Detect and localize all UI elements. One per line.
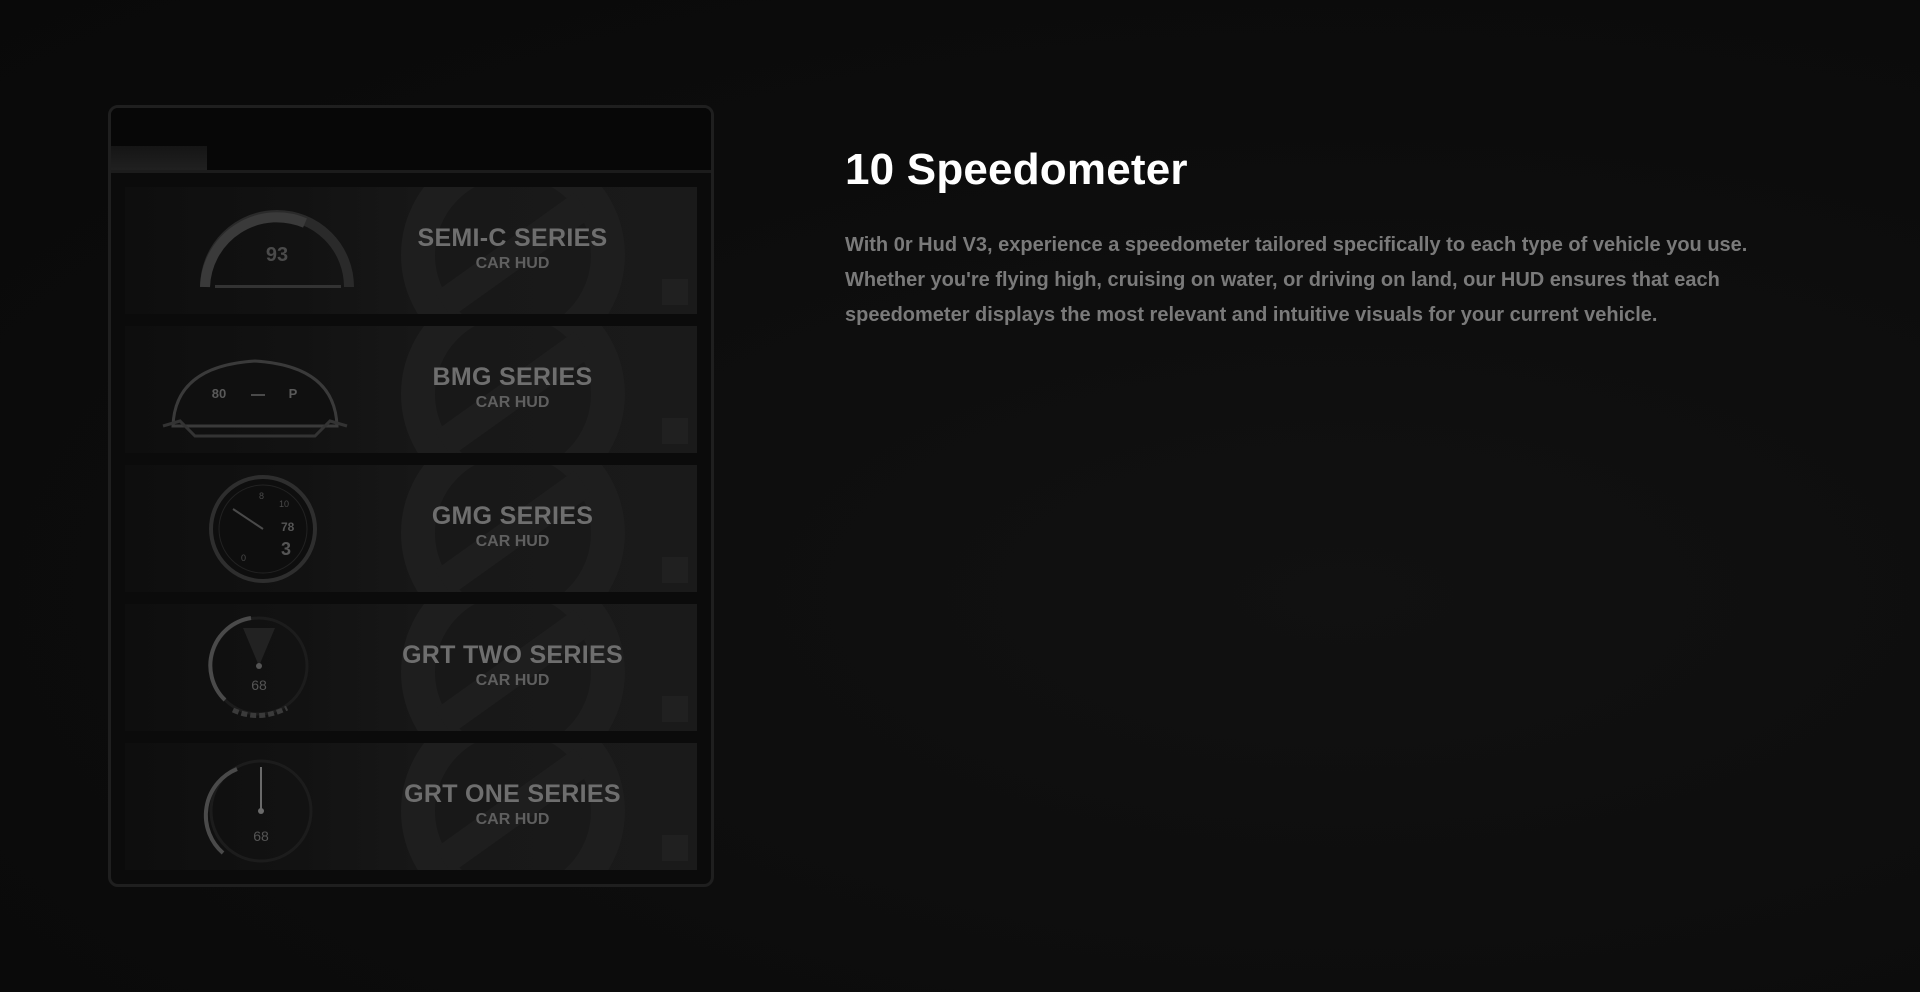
- gear-indicator: P: [289, 386, 298, 401]
- speedometer-card-gmg[interactable]: 0 8 10 78 3 GMG SERIES CAR HUD: [125, 465, 697, 592]
- panel-header: [111, 108, 711, 173]
- select-checkbox[interactable]: [661, 417, 689, 445]
- speedometer-selector-panel: 93 SEMI-C SERIES CAR HUD 80 P BMG SERIES…: [108, 105, 714, 887]
- radial-sweep-gauge-icon: 68: [208, 616, 309, 718]
- needle-gauge-icon: 68: [203, 759, 313, 863]
- card-subtitle: CAR HUD: [475, 394, 550, 411]
- card-title: SEMI-C SERIES: [417, 224, 608, 252]
- card-subtitle: CAR HUD: [475, 533, 550, 550]
- speedometer-card-semi-c[interactable]: 93 SEMI-C SERIES CAR HUD: [125, 187, 697, 314]
- gauge-value: 68: [251, 677, 267, 693]
- tachometer-dial-icon: 0 8 10 78 3: [209, 475, 317, 583]
- card-subtitle: CAR HUD: [475, 811, 550, 828]
- speedometer-card-grt-one[interactable]: 68 GRT ONE SERIES CAR HUD: [125, 743, 697, 870]
- speedometer-list: 93 SEMI-C SERIES CAR HUD 80 P BMG SERIES…: [125, 187, 697, 882]
- card-title: GRT ONE SERIES: [404, 780, 621, 808]
- svg-text:0: 0: [241, 553, 246, 563]
- card-title: GMG SERIES: [431, 502, 594, 530]
- feature-title: 10 Speedometer: [845, 145, 1188, 194]
- panel-active-tab[interactable]: [111, 146, 207, 170]
- select-checkbox[interactable]: [661, 556, 689, 584]
- svg-text:8: 8: [259, 491, 264, 501]
- gauge-value: 68: [253, 828, 269, 844]
- dashboard-cluster-icon: 80 P: [162, 359, 348, 438]
- semi-circle-gauge-icon: 93: [200, 210, 354, 288]
- gauge-value: 93: [266, 244, 288, 266]
- speedometer-card-bmg[interactable]: 80 P BMG SERIES CAR HUD: [125, 326, 697, 453]
- gauge-value: 78: [281, 520, 295, 534]
- select-checkbox[interactable]: [661, 695, 689, 723]
- feature-description: With 0r Hud V3, experience a speedometer…: [845, 234, 1748, 326]
- gauge-value: 80: [212, 386, 226, 401]
- select-checkbox[interactable]: [661, 278, 689, 306]
- card-title: GRT TWO SERIES: [402, 641, 623, 669]
- speedometer-card-grt-two[interactable]: 68 GRT TWO SERIES CAR HUD: [125, 604, 697, 731]
- card-subtitle: CAR HUD: [475, 255, 550, 272]
- select-checkbox[interactable]: [661, 834, 689, 862]
- card-title: BMG SERIES: [432, 363, 593, 391]
- gear-indicator: 3: [281, 539, 291, 559]
- svg-text:10: 10: [279, 499, 289, 509]
- card-subtitle: CAR HUD: [475, 672, 550, 689]
